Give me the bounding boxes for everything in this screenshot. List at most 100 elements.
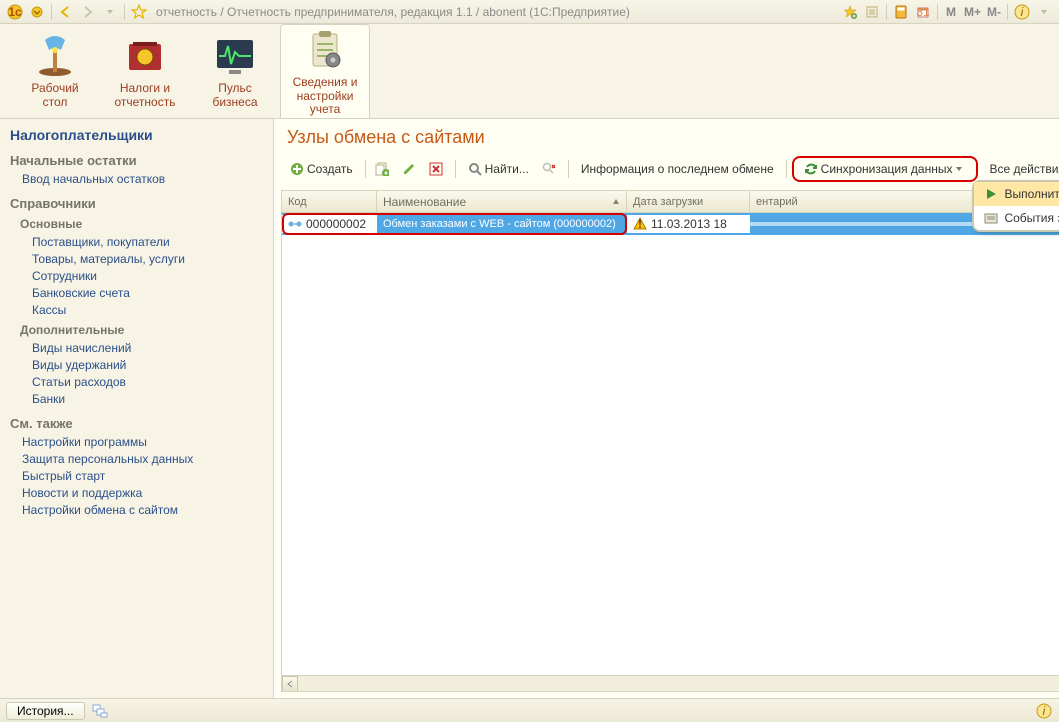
sync-dropdown: Выполнить обмен данными События загрузки… [972,180,1059,232]
events-log-icon [984,211,998,225]
nav-link-bank-accounts[interactable]: Банковские счета [32,286,263,300]
nav-link-deduction-types[interactable]: Виды удержаний [32,358,263,372]
memory-m-button[interactable]: M [941,3,961,21]
delete-x-icon [429,162,443,176]
info-button-label: Информация о последнем обмене [581,162,774,176]
toolbar-separator [365,160,366,178]
sync-arrows-icon [804,162,818,176]
delete-button[interactable] [425,158,450,180]
all-actions-button[interactable]: Все действия [982,158,1059,180]
section-label: Пульс бизнеса [212,82,257,110]
dropdown-small-icon[interactable] [28,3,46,21]
window-title-text: отчетность / Отчетность предпринимателя,… [156,5,839,19]
nav-link-accrual-types[interactable]: Виды начислений [32,341,263,355]
create-button[interactable]: Создать [283,158,360,180]
last-exchange-info-button[interactable]: Информация о последнем обмене [574,158,781,180]
cell-code: 000000002 [282,215,377,233]
section-label: Сведения и настройки учета [285,76,365,117]
cell-date: ! 11.03.2013 18 [627,215,750,233]
info-icon[interactable]: i [1013,3,1031,21]
toolbar-separator [455,160,456,178]
nav-link-suppliers[interactable]: Поставщики, покупатели [32,235,263,249]
sort-asc-icon [612,198,620,206]
nav-subgroup-basic: Основные [20,217,263,231]
nav-link-program-settings[interactable]: Настройки программы [22,435,263,449]
titlebar-separator [124,4,125,20]
nav-link-banks[interactable]: Банки [32,392,263,406]
column-date[interactable]: Дата загрузки [627,191,750,212]
scroll-left-button[interactable] [282,676,298,692]
nav-link-news-support[interactable]: Новости и поддержка [22,486,263,500]
exchange-nodes-table: Код Наименование Дата загрузки ентарий 0… [281,190,1059,692]
table-header: Код Наименование Дата загрузки ентарий [282,191,1059,213]
column-code[interactable]: Код [282,191,377,212]
desktop-lamp-icon [31,32,79,80]
nav-link-goods[interactable]: Товары, материалы, услуги [32,252,263,266]
nav-group-directories: Справочники [10,196,263,211]
nav-back-icon[interactable] [57,3,75,21]
svg-text:31: 31 [916,5,930,19]
menu-run-exchange[interactable]: Выполнить обмен данными [974,182,1059,206]
pulse-monitor-icon [211,32,259,80]
clipboard-gear-icon [301,26,349,74]
svg-text:1c: 1c [8,5,22,19]
list-icon[interactable] [863,3,881,21]
play-icon [984,187,998,201]
scroll-track[interactable] [298,676,1059,691]
page-title: Узлы обмена с сайтами [275,119,1059,152]
calc-icon[interactable] [892,3,910,21]
section-label: Рабочий стол [31,82,78,110]
section-settings[interactable]: Сведения и настройки учета [280,24,370,118]
cell-name: Обмен заказами с WEB - сайтом (000000002… [377,216,627,232]
table-row[interactable]: 000000002 Обмен заказами с WEB - сайтом … [282,213,1059,235]
window-titlebar: 1c отчетность / Отчетность предпринимате… [0,0,1059,24]
column-name[interactable]: Наименование [377,191,627,212]
section-desktop[interactable]: Рабочий стол [10,24,100,118]
nav-heading[interactable]: Налогоплательщики [10,127,263,143]
nav-subgroup-additional: Дополнительные [20,323,263,337]
nav-link-initial-balances[interactable]: Ввод начальных остатков [22,172,263,186]
status-info-icon[interactable]: i [1035,702,1053,720]
memory-mplus-button[interactable]: M+ [961,3,984,21]
find-button[interactable]: Найти... [461,158,536,180]
search-icon [468,162,482,176]
section-taxes[interactable]: Налоги и отчетность [100,24,190,118]
sync-button[interactable]: Синхронизация данных [798,158,973,180]
nav-link-quick-start[interactable]: Быстрый старт [22,469,263,483]
favorites-add-icon[interactable] [841,3,859,21]
sync-button-highlight: Синхронизация данных [792,156,979,182]
nav-group-see-also: См. также [10,416,263,431]
horizontal-scrollbar[interactable] [282,675,1059,691]
calendar-icon[interactable]: 31 [914,3,932,21]
section-label: Налоги и отчетность [115,82,176,110]
history-button-label: История... [17,704,74,718]
windows-list-icon[interactable] [91,702,109,720]
titlebar-separator [51,4,52,20]
section-pulse[interactable]: Пульс бизнеса [190,24,280,118]
chevron-down-icon [955,165,963,173]
nav-down-icon[interactable] [101,3,119,21]
all-actions-label: Все действия [989,162,1059,176]
nav-forward-icon[interactable] [79,3,97,21]
svg-text:!: ! [638,217,642,231]
toolbar-separator [786,160,787,178]
book-emblem-icon [121,32,169,80]
nav-link-expense-items[interactable]: Статьи расходов [32,375,263,389]
column-name-label: Наименование [383,195,466,209]
menu-load-events-label: События загрузки данных [1004,211,1059,225]
favorite-star-icon[interactable] [130,3,148,21]
nav-link-site-exchange-settings[interactable]: Настройки обмена с сайтом [22,503,263,517]
nav-link-personal-data[interactable]: Защита персональных данных [22,452,263,466]
edit-button[interactable] [398,158,423,180]
sync-button-label: Синхронизация данных [821,162,953,176]
info-dropdown-icon[interactable] [1035,3,1053,21]
memory-mminus-button[interactable]: M- [984,3,1004,21]
create-plus-icon [290,162,304,176]
cell-code-text: 000000002 [306,217,366,231]
clear-find-button[interactable] [538,158,563,180]
history-button[interactable]: История... [6,702,85,720]
nav-link-employees[interactable]: Сотрудники [32,269,263,283]
copy-button[interactable] [371,158,396,180]
nav-link-cash-registers[interactable]: Кассы [32,303,263,317]
menu-load-events[interactable]: События загрузки данных [974,206,1059,230]
